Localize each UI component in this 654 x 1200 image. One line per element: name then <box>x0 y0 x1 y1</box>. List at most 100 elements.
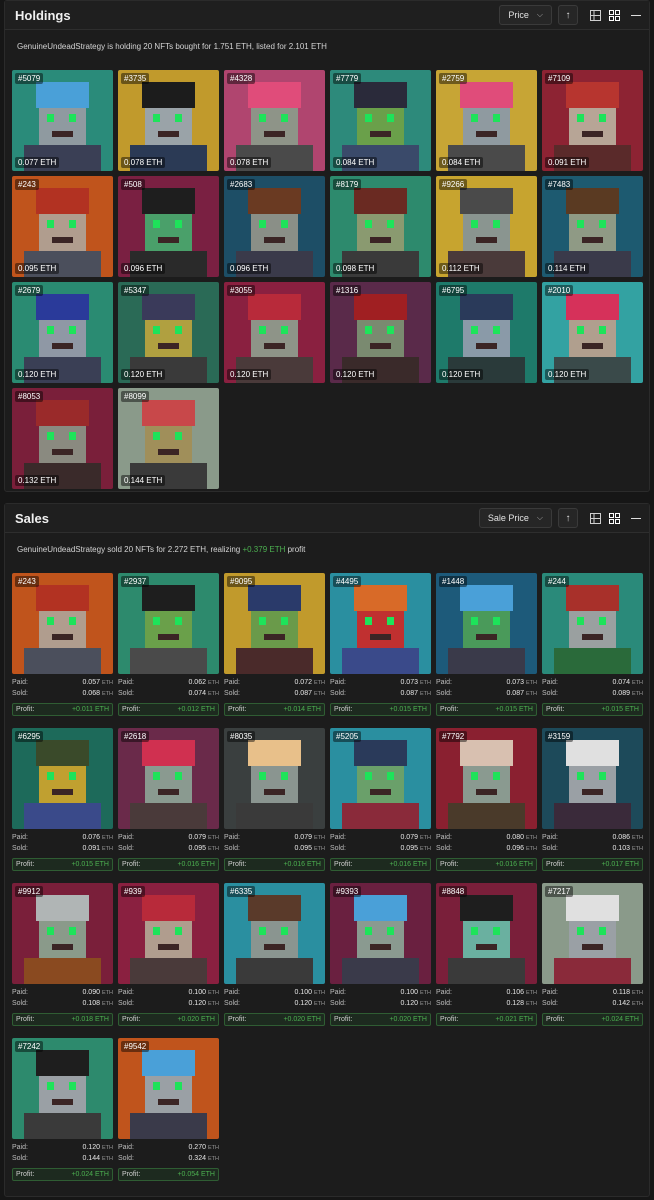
holding-card[interactable]: #8053 0.132 ETH <box>12 388 113 489</box>
paid-value-wrap: 0.118 ETH <box>613 989 643 996</box>
holding-card[interactable]: #5347 0.120 ETH <box>118 282 219 383</box>
nft-image[interactable]: #1316 0.120 ETH <box>330 282 431 383</box>
nft-image[interactable]: #2937 <box>118 573 219 674</box>
nft-image[interactable]: #243 <box>12 573 113 674</box>
nft-image[interactable]: #2683 0.096 ETH <box>224 176 325 277</box>
sale-card[interactable]: #4495 Paid: 0.073 ETH Sold: 0.087 ETH Profit: +0… <box>330 573 431 716</box>
holding-card[interactable]: #5079 0.077 ETH <box>12 70 113 171</box>
nft-image[interactable]: #5347 0.120 ETH <box>118 282 219 383</box>
holding-card[interactable]: #3735 0.078 ETH <box>118 70 219 171</box>
minimize-icon[interactable] <box>631 14 641 16</box>
sale-card[interactable]: #939 Paid: 0.100 ETH Sold: 0.120 ETH Profit: +0.… <box>118 883 219 1026</box>
holding-card[interactable]: #2010 0.120 ETH <box>542 282 643 383</box>
list-view-icon[interactable] <box>590 9 601 21</box>
sale-card[interactable]: #2618 Paid: 0.079 ETH Sold: 0.095 ETH Profit: +0… <box>118 728 219 871</box>
nft-image[interactable]: #2679 0.120 ETH <box>12 282 113 383</box>
sales-sort-dropdown[interactable]: Sale Price ⌵ <box>478 508 552 528</box>
sale-card[interactable]: #8848 Paid: 0.106 ETH Sold: 0.128 ETH Profit: +0… <box>436 883 537 1026</box>
sale-card[interactable]: #9912 Paid: 0.090 ETH Sold: 0.108 ETH Profit: +0… <box>12 883 113 1026</box>
holding-card[interactable]: #6795 0.120 ETH <box>436 282 537 383</box>
nft-image[interactable]: #2759 0.084 ETH <box>436 70 537 171</box>
unit-label: ETH <box>420 680 431 686</box>
sale-card[interactable]: #7217 Paid: 0.118 ETH Sold: 0.142 ETH Profit: +0… <box>542 883 643 1026</box>
nft-image[interactable]: #243 0.095 ETH <box>12 176 113 277</box>
nft-image[interactable]: #3735 0.078 ETH <box>118 70 219 171</box>
nft-image[interactable]: #9542 <box>118 1038 219 1139</box>
nft-image[interactable]: #6795 0.120 ETH <box>436 282 537 383</box>
profit-value: +0.011 ETH <box>71 706 109 713</box>
nft-hair <box>36 895 89 922</box>
nft-image[interactable]: #8099 0.144 ETH <box>118 388 219 489</box>
profit-label: Profit: <box>122 1171 141 1178</box>
nft-image[interactable]: #7779 0.084 ETH <box>330 70 431 171</box>
sale-card[interactable]: #1448 Paid: 0.073 ETH Sold: 0.087 ETH Profit: +0… <box>436 573 537 716</box>
nft-image[interactable]: #2010 0.120 ETH <box>542 282 643 383</box>
holding-card[interactable]: #8179 0.098 ETH <box>330 176 431 277</box>
sale-card[interactable]: #9542 Paid: 0.270 ETH Sold: 0.324 ETH Profit: +0… <box>118 1038 219 1181</box>
nft-image[interactable]: #3159 <box>542 728 643 829</box>
holding-card[interactable]: #9266 0.112 ETH <box>436 176 537 277</box>
list-view-icon[interactable] <box>590 512 601 524</box>
nft-image[interactable]: #4328 0.078 ETH <box>224 70 325 171</box>
holding-card[interactable]: #1316 0.120 ETH <box>330 282 431 383</box>
nft-image[interactable]: #5079 0.077 ETH <box>12 70 113 171</box>
minimize-icon[interactable] <box>631 517 641 519</box>
sale-card[interactable]: #6335 Paid: 0.100 ETH Sold: 0.120 ETH Profit: +0… <box>224 883 325 1026</box>
holding-card[interactable]: #8099 0.144 ETH <box>118 388 219 489</box>
nft-image[interactable]: #9095 <box>224 573 325 674</box>
holding-card[interactable]: #7109 0.091 ETH <box>542 70 643 171</box>
sold-value: 0.087 <box>294 690 312 697</box>
sale-card[interactable]: #2937 Paid: 0.062 ETH Sold: 0.074 ETH Profit: +0… <box>118 573 219 716</box>
grid-view-icon[interactable] <box>609 512 620 524</box>
sale-card[interactable]: #3159 Paid: 0.086 ETH Sold: 0.103 ETH Profit: +0… <box>542 728 643 871</box>
nft-image[interactable]: #5205 <box>330 728 431 829</box>
holdings-sort-dropdown[interactable]: Price ⌵ <box>499 5 552 25</box>
nft-image[interactable]: #9912 <box>12 883 113 984</box>
sale-card[interactable]: #7792 Paid: 0.080 ETH Sold: 0.096 ETH Profit: +0… <box>436 728 537 871</box>
sale-card[interactable]: #244 Paid: 0.074 ETH Sold: 0.089 ETH Profit: +0.… <box>542 573 643 716</box>
holding-card[interactable]: #2679 0.120 ETH <box>12 282 113 383</box>
nft-image[interactable]: #8848 <box>436 883 537 984</box>
nft-image[interactable]: #7242 <box>12 1038 113 1139</box>
holding-card[interactable]: #3055 0.120 ETH <box>224 282 325 383</box>
nft-hair <box>566 294 619 321</box>
nft-image[interactable]: #244 <box>542 573 643 674</box>
holding-card[interactable]: #2683 0.096 ETH <box>224 176 325 277</box>
sale-card[interactable]: #7242 Paid: 0.120 ETH Sold: 0.144 ETH Profit: +0… <box>12 1038 113 1181</box>
nft-image[interactable]: #8035 <box>224 728 325 829</box>
holding-card[interactable]: #7779 0.084 ETH <box>330 70 431 171</box>
nft-image[interactable]: #7483 0.114 ETH <box>542 176 643 277</box>
holding-card[interactable]: #2759 0.084 ETH <box>436 70 537 171</box>
nft-image[interactable]: #508 0.096 ETH <box>118 176 219 277</box>
nft-eye-r <box>174 617 182 625</box>
nft-image[interactable]: #8179 0.098 ETH <box>330 176 431 277</box>
holding-card[interactable]: #508 0.096 ETH <box>118 176 219 277</box>
nft-face <box>145 762 192 803</box>
nft-image[interactable]: #7109 0.091 ETH <box>542 70 643 171</box>
grid-view-icon[interactable] <box>609 9 620 21</box>
nft-image[interactable]: #2618 <box>118 728 219 829</box>
sale-card[interactable]: #9095 Paid: 0.072 ETH Sold: 0.087 ETH Profit: +0… <box>224 573 325 716</box>
nft-image[interactable]: #7792 <box>436 728 537 829</box>
sort-direction-button[interactable]: ↑ <box>558 508 578 528</box>
sale-card[interactable]: #8035 Paid: 0.079 ETH Sold: 0.095 ETH Profit: +0… <box>224 728 325 871</box>
sale-card[interactable]: #9393 Paid: 0.100 ETH Sold: 0.120 ETH Profit: +0… <box>330 883 431 1026</box>
sale-card[interactable]: #6295 Paid: 0.076 ETH Sold: 0.091 ETH Profit: +0… <box>12 728 113 871</box>
nft-image[interactable]: #4495 <box>330 573 431 674</box>
nft-image[interactable]: #3055 0.120 ETH <box>224 282 325 383</box>
holding-card[interactable]: #243 0.095 ETH <box>12 176 113 277</box>
nft-image[interactable]: #6295 <box>12 728 113 829</box>
nft-image[interactable]: #9266 0.112 ETH <box>436 176 537 277</box>
holding-card[interactable]: #7483 0.114 ETH <box>542 176 643 277</box>
nft-image[interactable]: #939 <box>118 883 219 984</box>
sale-card[interactable]: #5205 Paid: 0.079 ETH Sold: 0.095 ETH Profit: +0… <box>330 728 431 871</box>
nft-image[interactable]: #8053 0.132 ETH <box>12 388 113 489</box>
sale-card[interactable]: #243 Paid: 0.057 ETH Sold: 0.068 ETH Profit: +0.… <box>12 573 113 716</box>
nft-image[interactable]: #7217 <box>542 883 643 984</box>
nft-image[interactable]: #1448 <box>436 573 537 674</box>
nft-image[interactable]: #6335 <box>224 883 325 984</box>
sort-direction-button[interactable]: ↑ <box>558 5 578 25</box>
nft-image[interactable]: #9393 <box>330 883 431 984</box>
holding-card[interactable]: #4328 0.078 ETH <box>224 70 325 171</box>
sold-label: Sold: <box>118 845 134 852</box>
